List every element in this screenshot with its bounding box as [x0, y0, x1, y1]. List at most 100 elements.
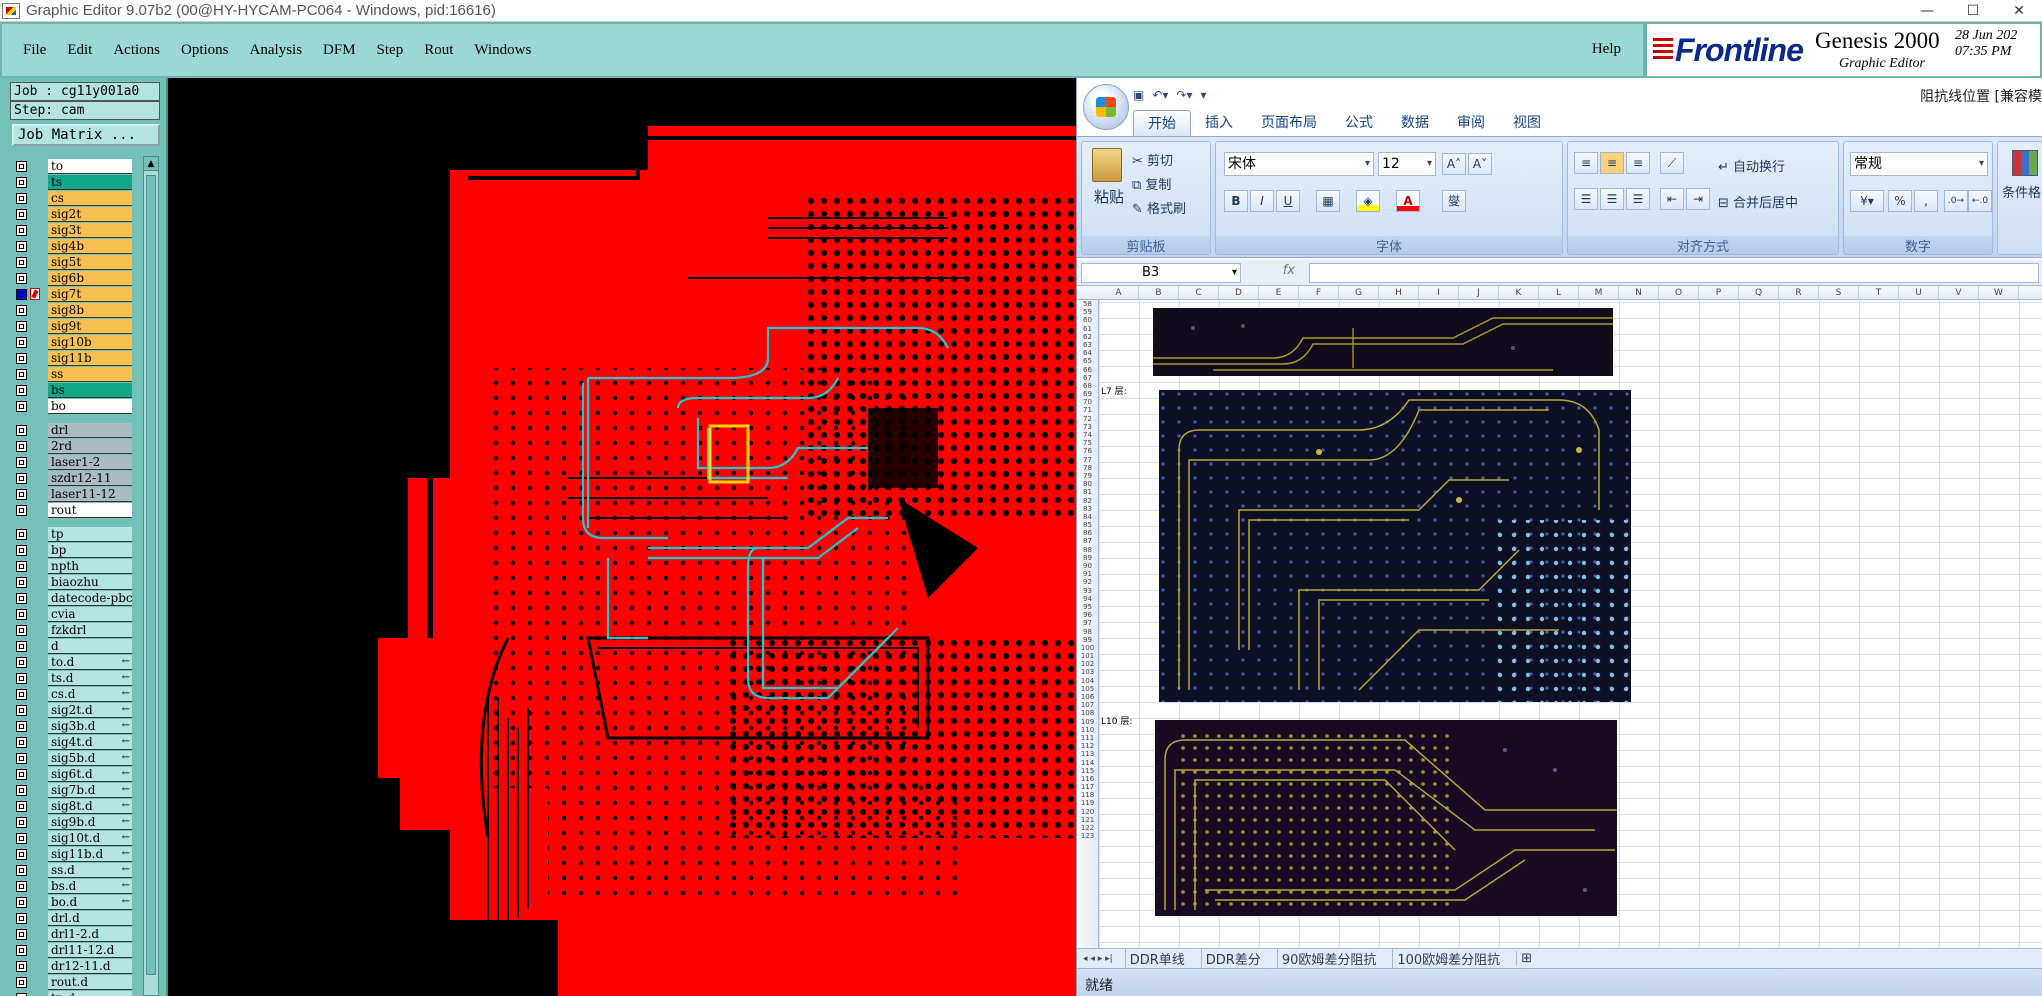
layer-checkbox[interactable]	[16, 816, 27, 828]
percent-button[interactable]: %	[1888, 190, 1912, 212]
row-header[interactable]: 119	[1077, 799, 1098, 807]
column-header[interactable]: M	[1579, 286, 1619, 300]
row-header[interactable]: 91	[1077, 570, 1098, 578]
layer-row-sig11b.d[interactable]: sig11b.d	[12, 846, 132, 862]
layer-row-sig9b.d[interactable]: sig9b.d	[12, 814, 132, 830]
column-header[interactable]: T	[1859, 286, 1899, 300]
decrease-decimal-button[interactable]: ←.0	[1968, 190, 1992, 212]
layer-name[interactable]: laser1-2	[48, 454, 132, 470]
underline-button[interactable]: U	[1276, 190, 1300, 212]
row-header[interactable]: 69	[1077, 390, 1098, 398]
layer-row-rout[interactable]: rout	[12, 502, 132, 518]
layer-checkbox[interactable]	[16, 504, 27, 516]
layer-row-cvia[interactable]: cvia	[12, 606, 132, 622]
layer-checkbox[interactable]	[16, 544, 27, 556]
menu-file[interactable]: File	[23, 42, 46, 59]
layer-row-sig7t[interactable]: sig7t	[12, 286, 132, 302]
row-header[interactable]: 65	[1077, 357, 1098, 365]
row-header[interactable]: 121	[1077, 816, 1098, 824]
layer-checkbox[interactable]	[16, 656, 27, 668]
tab-view[interactable]: 视图	[1499, 110, 1555, 136]
layer-name[interactable]: sig6t.d	[48, 766, 132, 782]
column-header[interactable]: E	[1259, 286, 1299, 300]
layer-image-top[interactable]	[1153, 308, 1613, 376]
layer-row-bp[interactable]: bp	[12, 542, 132, 558]
layer-name[interactable]: drl.d	[48, 910, 132, 926]
layer-checkbox[interactable]	[16, 208, 27, 220]
layer-checkbox[interactable]	[16, 224, 27, 236]
layer-row-fzkdrl[interactable]: fzkdrl	[12, 622, 132, 638]
layer-checkbox[interactable]	[16, 424, 27, 436]
layer-name[interactable]: sig11b	[48, 350, 132, 366]
sheet-tab-90-ohm[interactable]: 90欧姆差分阻抗	[1276, 949, 1381, 968]
layer-checkbox[interactable]	[16, 400, 27, 412]
row-header[interactable]: 92	[1077, 578, 1098, 586]
row-header[interactable]: 78	[1077, 464, 1098, 472]
layer-row-tp.d[interactable]: tp.d	[12, 990, 132, 996]
align-center-icon[interactable]: ☰	[1600, 188, 1624, 210]
row-header[interactable]: 111	[1077, 734, 1098, 742]
sheet-tab-100-ohm[interactable]: 100欧姆差分阻抗	[1392, 949, 1504, 968]
layer-row-drl.d[interactable]: drl.d	[12, 910, 132, 926]
layer-row-laser11-12[interactable]: laser11-12	[12, 486, 132, 502]
row-header[interactable]: 64	[1077, 349, 1098, 357]
row-header[interactable]: 84	[1077, 513, 1098, 521]
undo-icon[interactable]: ↶▾	[1152, 88, 1168, 102]
layer-name[interactable]: cs.d	[48, 686, 132, 702]
row-header[interactable]: 115	[1077, 767, 1098, 775]
layer-name[interactable]: laser11-12	[48, 486, 132, 502]
layer-checkbox[interactable]	[16, 704, 27, 716]
layer-checkbox[interactable]	[16, 488, 27, 500]
conditional-format-icon[interactable]	[2012, 150, 2038, 176]
row-header[interactable]: 95	[1077, 603, 1098, 611]
layer-name[interactable]: cvia	[48, 606, 132, 622]
row-header[interactable]: 75	[1077, 439, 1098, 447]
layer-name[interactable]: bs	[48, 382, 132, 398]
scroll-thumb[interactable]	[146, 175, 156, 975]
layer-row-sig2t[interactable]: sig2t	[12, 206, 132, 222]
layer-name[interactable]: drl	[48, 422, 132, 438]
tab-home[interactable]: 开始	[1133, 110, 1191, 136]
layer-image-l7[interactable]	[1159, 390, 1631, 702]
column-header[interactable]: U	[1899, 286, 1939, 300]
tab-review[interactable]: 审阅	[1443, 110, 1499, 136]
column-header[interactable]: P	[1699, 286, 1739, 300]
row-header[interactable]: 66	[1077, 366, 1098, 374]
column-header[interactable]: H	[1379, 286, 1419, 300]
row-header[interactable]: 97	[1077, 619, 1098, 627]
row-header[interactable]: 88	[1077, 546, 1098, 554]
layer-name[interactable]: to.d	[48, 654, 132, 670]
row-header[interactable]: 85	[1077, 521, 1098, 529]
layer-row-sig10t.d[interactable]: sig10t.d	[12, 830, 132, 846]
layer-name[interactable]: npth	[48, 558, 132, 574]
layer-row-sig11b[interactable]: sig11b	[12, 350, 132, 366]
row-header[interactable]: 114	[1077, 759, 1098, 767]
align-left-icon[interactable]: ☰	[1574, 188, 1598, 210]
layer-row-sig5b.d[interactable]: sig5b.d	[12, 750, 132, 766]
layer-row-sig3b.d[interactable]: sig3b.d	[12, 718, 132, 734]
border-icon[interactable]: ▦	[1316, 190, 1340, 212]
row-header[interactable]: 104	[1077, 677, 1098, 685]
row-header[interactable]: 80	[1077, 480, 1098, 488]
layer-name[interactable]: ss.d	[48, 862, 132, 878]
conditional-format-button[interactable]: 条件格式	[2002, 182, 2042, 201]
layer-name[interactable]: sig5b.d	[48, 750, 132, 766]
layer-checkbox[interactable]	[16, 720, 27, 732]
sheet-tab-ddr-diff[interactable]: DDR差分	[1200, 949, 1265, 968]
column-header[interactable]: D	[1219, 286, 1259, 300]
minimize-button[interactable]: —	[1904, 0, 1950, 22]
layer-row-to.d[interactable]: to.d	[12, 654, 132, 670]
layer-name[interactable]: bs.d	[48, 878, 132, 894]
tab-formulas[interactable]: 公式	[1331, 110, 1387, 136]
pcb-graphic-view[interactable]	[168, 78, 1076, 996]
row-header[interactable]: 90	[1077, 562, 1098, 570]
customize-icon[interactable]: ▾	[1201, 88, 1207, 102]
layer-checkbox[interactable]	[16, 352, 27, 364]
layer-row-2rd[interactable]: 2rd	[12, 438, 132, 454]
layer-name[interactable]: sig11b.d	[48, 846, 132, 862]
layer-row-ss.d[interactable]: ss.d	[12, 862, 132, 878]
layer-name[interactable]: sig3t	[48, 222, 132, 238]
layer-name[interactable]: sig8b	[48, 302, 132, 318]
layer-name[interactable]: dr12-11.d	[48, 958, 132, 974]
row-header[interactable]: 83	[1077, 505, 1098, 513]
